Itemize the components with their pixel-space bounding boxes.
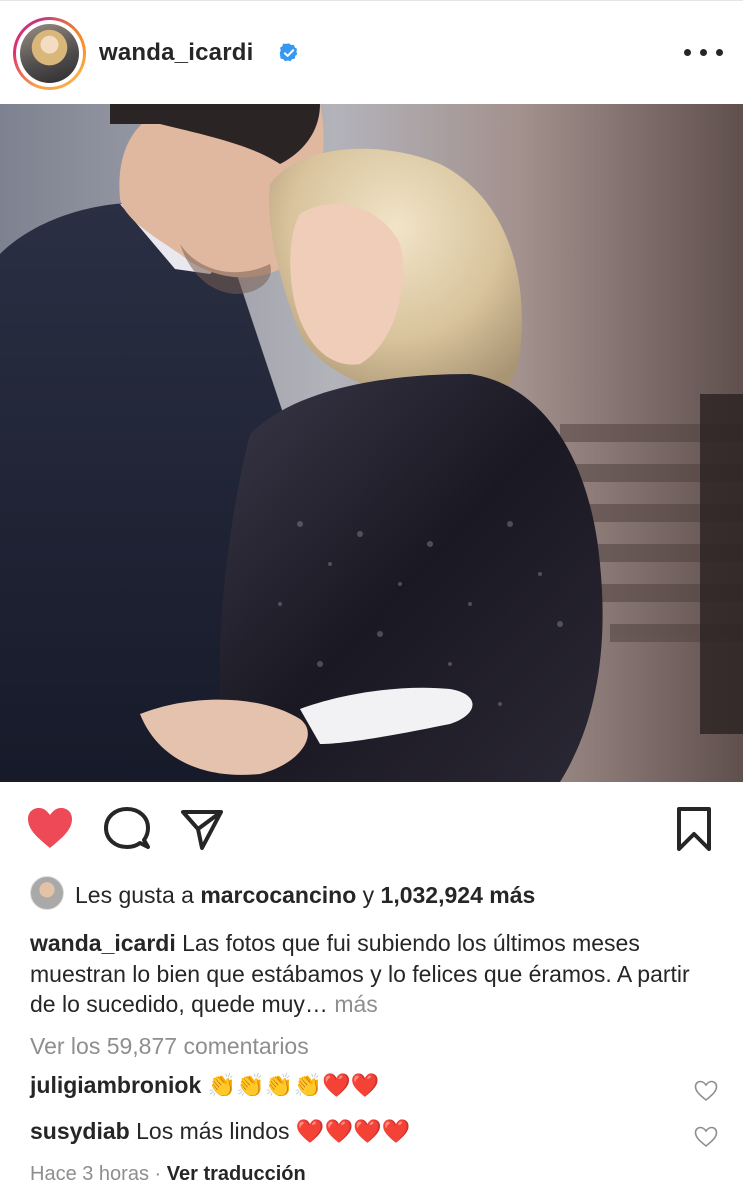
liker-username[interactable]: marcocancino [200,882,356,908]
bookmark-icon[interactable] [676,806,712,852]
avatar-frame [16,20,83,87]
comment-emojis: 👏👏👏👏❤️❤️ [207,1073,380,1099]
see-translation-link[interactable]: Ver traducción [167,1163,306,1185]
story-avatar[interactable] [13,17,86,90]
comment-icon[interactable] [104,806,150,852]
verified-badge-icon [279,43,298,62]
comment-item: susydiab Los más lindos ❤️❤️❤️❤️ [30,1118,730,1148]
view-all-comments-link[interactable]: Ver los 59,877 comentarios [30,1033,309,1060]
caption-more-link[interactable]: más [334,991,377,1017]
post-photo[interactable] [0,104,743,782]
likes-text: Les gusta a marcocancino y 1,032,924 más [75,882,535,909]
comment-text: Los más lindos [136,1118,290,1144]
post-actions [0,800,743,860]
more-options-icon[interactable] [684,49,724,59]
caption-username[interactable]: wanda_icardi [30,930,176,956]
post-header: wanda_icardi [0,0,743,104]
post-meta: Hace 3 horas · Ver traducción [30,1163,306,1186]
post-time: Hace 3 horas [30,1163,149,1185]
likes-prefix: Les gusta a [75,882,201,908]
comment-username[interactable]: juligiambroniok [30,1072,201,1098]
avatar [20,24,79,83]
meta-separator: · [154,1163,162,1185]
post-username[interactable]: wanda_icardi [99,39,253,67]
comment-username[interactable]: susydiab [30,1118,130,1144]
heart-outline-icon[interactable] [694,1080,718,1102]
comment-emojis: ❤️❤️❤️❤️ [295,1119,411,1145]
liker-avatar[interactable] [30,876,64,910]
post-caption: wanda_icardi Las fotos que fui subiendo … [30,928,720,1020]
comment-item: juligiambroniok 👏👏👏👏❤️❤️ [30,1072,730,1102]
likes-conjunction: y [356,882,381,908]
heart-outline-icon[interactable] [694,1126,718,1148]
likes-count[interactable]: 1,032,924 más [381,882,536,908]
photo-illustration [0,104,743,782]
share-icon[interactable] [180,807,224,851]
heart-filled-icon[interactable] [26,806,74,850]
